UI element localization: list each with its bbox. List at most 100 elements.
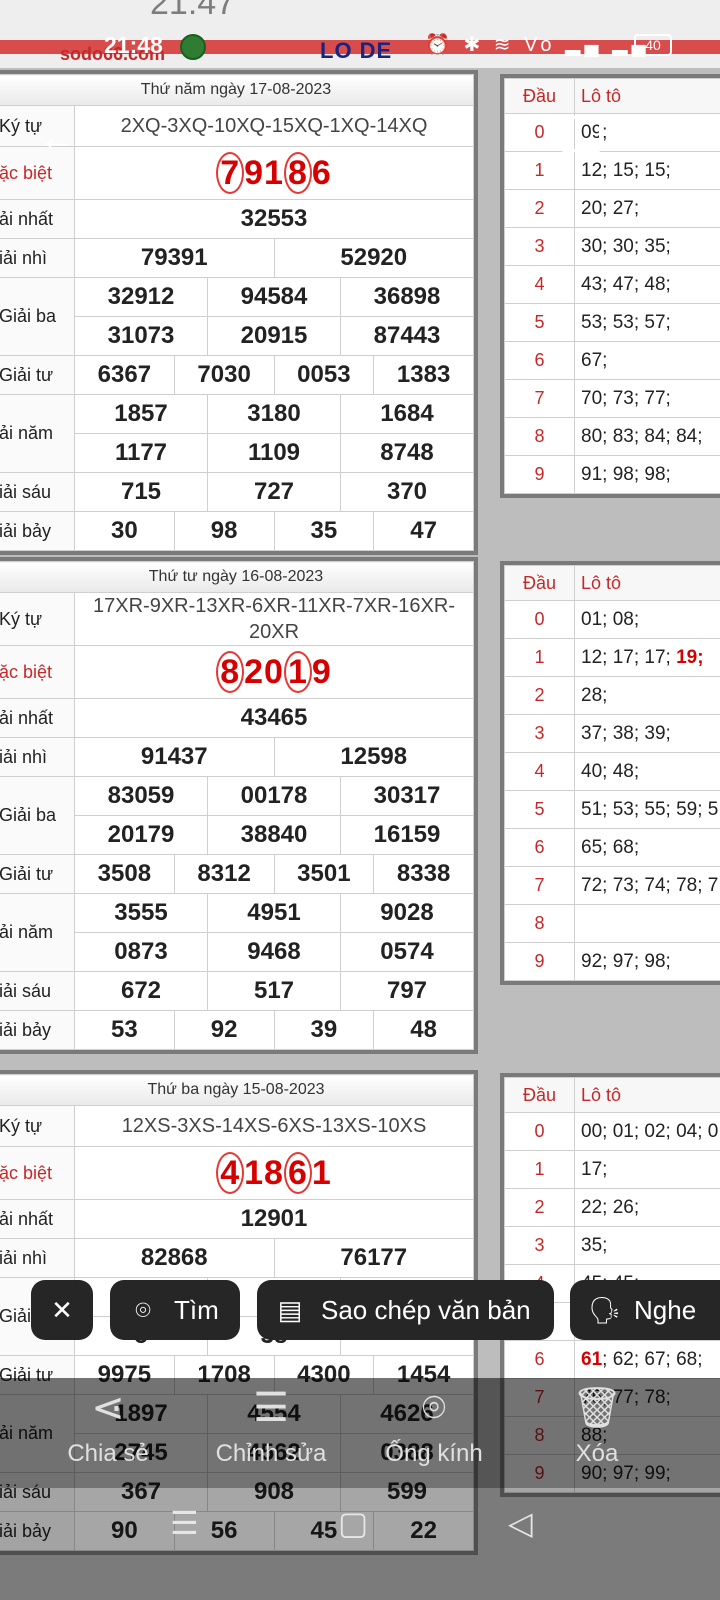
prize-number: 36898 xyxy=(340,277,474,317)
loto-values: 70; 73; 77; xyxy=(581,387,671,409)
prize-number: 6367 xyxy=(74,355,175,395)
listen-icon: 🗣 xyxy=(588,1295,622,1325)
cast-icon[interactable] xyxy=(560,116,602,152)
edit-label: Chỉnh sửa xyxy=(215,1440,327,1467)
prize-number: 1383 xyxy=(373,355,474,395)
prize-number: 3508 xyxy=(74,854,175,894)
prize-number: 16159 xyxy=(340,815,474,855)
prize-number: 370 xyxy=(340,472,474,512)
prize-number: 98 xyxy=(173,511,275,551)
back-nav-icon[interactable]: ◁ xyxy=(508,1504,533,1542)
share-button[interactable]: ⋖ Chia sẻ xyxy=(28,1378,188,1468)
loto-head-digit: 7 xyxy=(504,866,575,905)
prize-label: Giải tư xyxy=(0,854,75,894)
loto-head-digit: 9 xyxy=(504,455,575,494)
lens-button[interactable]: ⌾ Ống kính xyxy=(354,1378,514,1468)
special-digit: 9 xyxy=(244,153,265,192)
loto-values: 91; 98; 98; xyxy=(581,463,671,485)
loto-head-digit: 1 xyxy=(504,1150,575,1189)
loto-grid: Đầu Lô tô 0 09; 1 12; 15; 15; 2 20; 27; 3 30; 30;… xyxy=(504,78,720,494)
prize-label: ải nhất xyxy=(0,698,75,738)
prize-label: ải năm xyxy=(0,394,75,473)
loto-row: 4 40; 48; xyxy=(504,752,720,791)
loto-values: 40; 48; xyxy=(581,760,640,782)
loto-row: 0 01; 08; xyxy=(504,600,720,639)
prize-number: 1177 xyxy=(74,433,208,473)
loto-head-digit: 6 xyxy=(504,341,575,380)
prize-number: 797 xyxy=(340,971,474,1011)
prize-number: 0053 xyxy=(273,355,375,395)
loto-row: 1 17; xyxy=(504,1150,720,1189)
battery-icon: 40 xyxy=(634,34,672,56)
listen-chip[interactable]: 🗣 Nghe xyxy=(570,1280,720,1340)
special-digit: 1 xyxy=(244,1153,265,1192)
loto-row: 2 28; xyxy=(504,676,720,715)
prize-number: 12901 xyxy=(74,1199,474,1239)
loto-values: 22; 26; xyxy=(581,1196,640,1218)
prize-number: 8312 xyxy=(173,854,275,894)
loto-table: Đầu Lô tô 0 09; 1 12; 15; 15; 2 20; 27; 3 30; 30;… xyxy=(500,74,720,498)
prize-number: 3501 xyxy=(273,854,375,894)
back-arrow-icon[interactable]: ← xyxy=(38,116,78,161)
delete-button[interactable]: 🗑 Xóa xyxy=(517,1378,677,1468)
special-digit: 8 xyxy=(264,1153,284,1192)
loto-values: 20; 27; xyxy=(581,197,640,219)
loto-cell: 35; xyxy=(574,1226,720,1265)
prize-number: 82868 xyxy=(74,1238,275,1278)
loto-values: 30; 30; 35; xyxy=(581,235,671,257)
loto-row: 8 xyxy=(504,904,720,943)
special-digit: 6 xyxy=(283,1151,312,1194)
prize-number: 30317 xyxy=(340,776,474,816)
search-chip[interactable]: ⌾ Tìm xyxy=(110,1280,240,1340)
loto-head-digit: 6 xyxy=(504,828,575,867)
loto-row: 4 43; 47; 48; xyxy=(504,265,720,304)
loto-head-digit: 8 xyxy=(504,904,575,943)
loto-cell: 51; 53; 55; 59; 5 xyxy=(574,790,720,829)
loto-cell xyxy=(574,904,720,943)
loto-row: 0 00; 01; 02; 04; 0 xyxy=(504,1112,720,1151)
prize-number: 76177 xyxy=(273,1238,474,1278)
copy-text-icon: ▤ xyxy=(277,1295,303,1325)
recents-nav-icon[interactable]: ☰ xyxy=(170,1504,199,1542)
close-icon: ✕ xyxy=(51,1295,73,1325)
special-digit: 9 xyxy=(311,652,332,691)
loto-row: 2 20; 27; xyxy=(504,189,720,228)
loto-values: 51; 53; 55; 59; 5 xyxy=(581,798,719,820)
close-chip[interactable]: ✕ xyxy=(31,1280,93,1340)
loto-cell: 65; 68; xyxy=(574,828,720,867)
prize-number: 715 xyxy=(74,472,208,512)
loto-grid: Đầu Lô tô 0 01; 08; 1 12; 17; 17; 19; 2 28; 3 37;… xyxy=(504,565,720,981)
share-icon: ⋖ xyxy=(91,1386,125,1430)
prize-number: 7030 xyxy=(173,355,275,395)
loto-table: Đầu Lô tô 0 01; 08; 1 12; 17; 17; 19; 2 28; 3 37;… xyxy=(500,561,720,985)
loto-cell: 17; xyxy=(574,1150,720,1189)
prize-number: 1857 xyxy=(74,394,208,434)
loto-values: 92; 97; 98; xyxy=(581,950,671,972)
prize-label: iải sáu xyxy=(0,472,75,512)
loto-head-loto: Lô tô xyxy=(574,1077,720,1113)
result-grid: Thứ tư ngày 16-08-2023 Ký tự 17XR-9XR-13X… xyxy=(0,561,474,1050)
edit-button[interactable]: ☰ Chỉnh sửa xyxy=(191,1378,351,1468)
copy-text-chip[interactable]: ▤ Sao chép văn bản xyxy=(257,1280,554,1340)
loto-head-digit: 5 xyxy=(504,790,575,829)
loto-row: 5 53; 53; 57; xyxy=(504,303,720,342)
loto-row: 6 65; 68; xyxy=(504,828,720,867)
loto-row: 1 12; 17; 17; 19; xyxy=(504,638,720,677)
prize-label: Giải tư xyxy=(0,355,75,395)
more-vert-icon[interactable]: ⋮ xyxy=(650,110,686,152)
special-digit: 4 xyxy=(216,1151,245,1194)
special-digit: 1 xyxy=(264,153,284,192)
prize-label: ặc biệt xyxy=(0,645,75,699)
prize-label: iải nhì xyxy=(0,238,75,278)
search-chip-label: Tìm xyxy=(174,1295,219,1325)
loto-head-digit: 1 xyxy=(504,638,575,677)
home-nav-icon[interactable]: ▢ xyxy=(338,1504,368,1542)
prize-label: Giải ba xyxy=(0,776,75,855)
loto-cell: 12; 15; 15; xyxy=(574,151,720,190)
prize-label: iải nhì xyxy=(0,1238,75,1278)
prize-number: 20915 xyxy=(207,316,341,356)
draw-code: 12XS-3XS-14XS-6XS-13XS-10XS xyxy=(74,1105,474,1147)
loto-row: 3 37; 38; 39; xyxy=(504,714,720,753)
loto-values: 65; 68; xyxy=(581,836,640,858)
loto-cell: 37; 38; 39; xyxy=(574,714,720,753)
